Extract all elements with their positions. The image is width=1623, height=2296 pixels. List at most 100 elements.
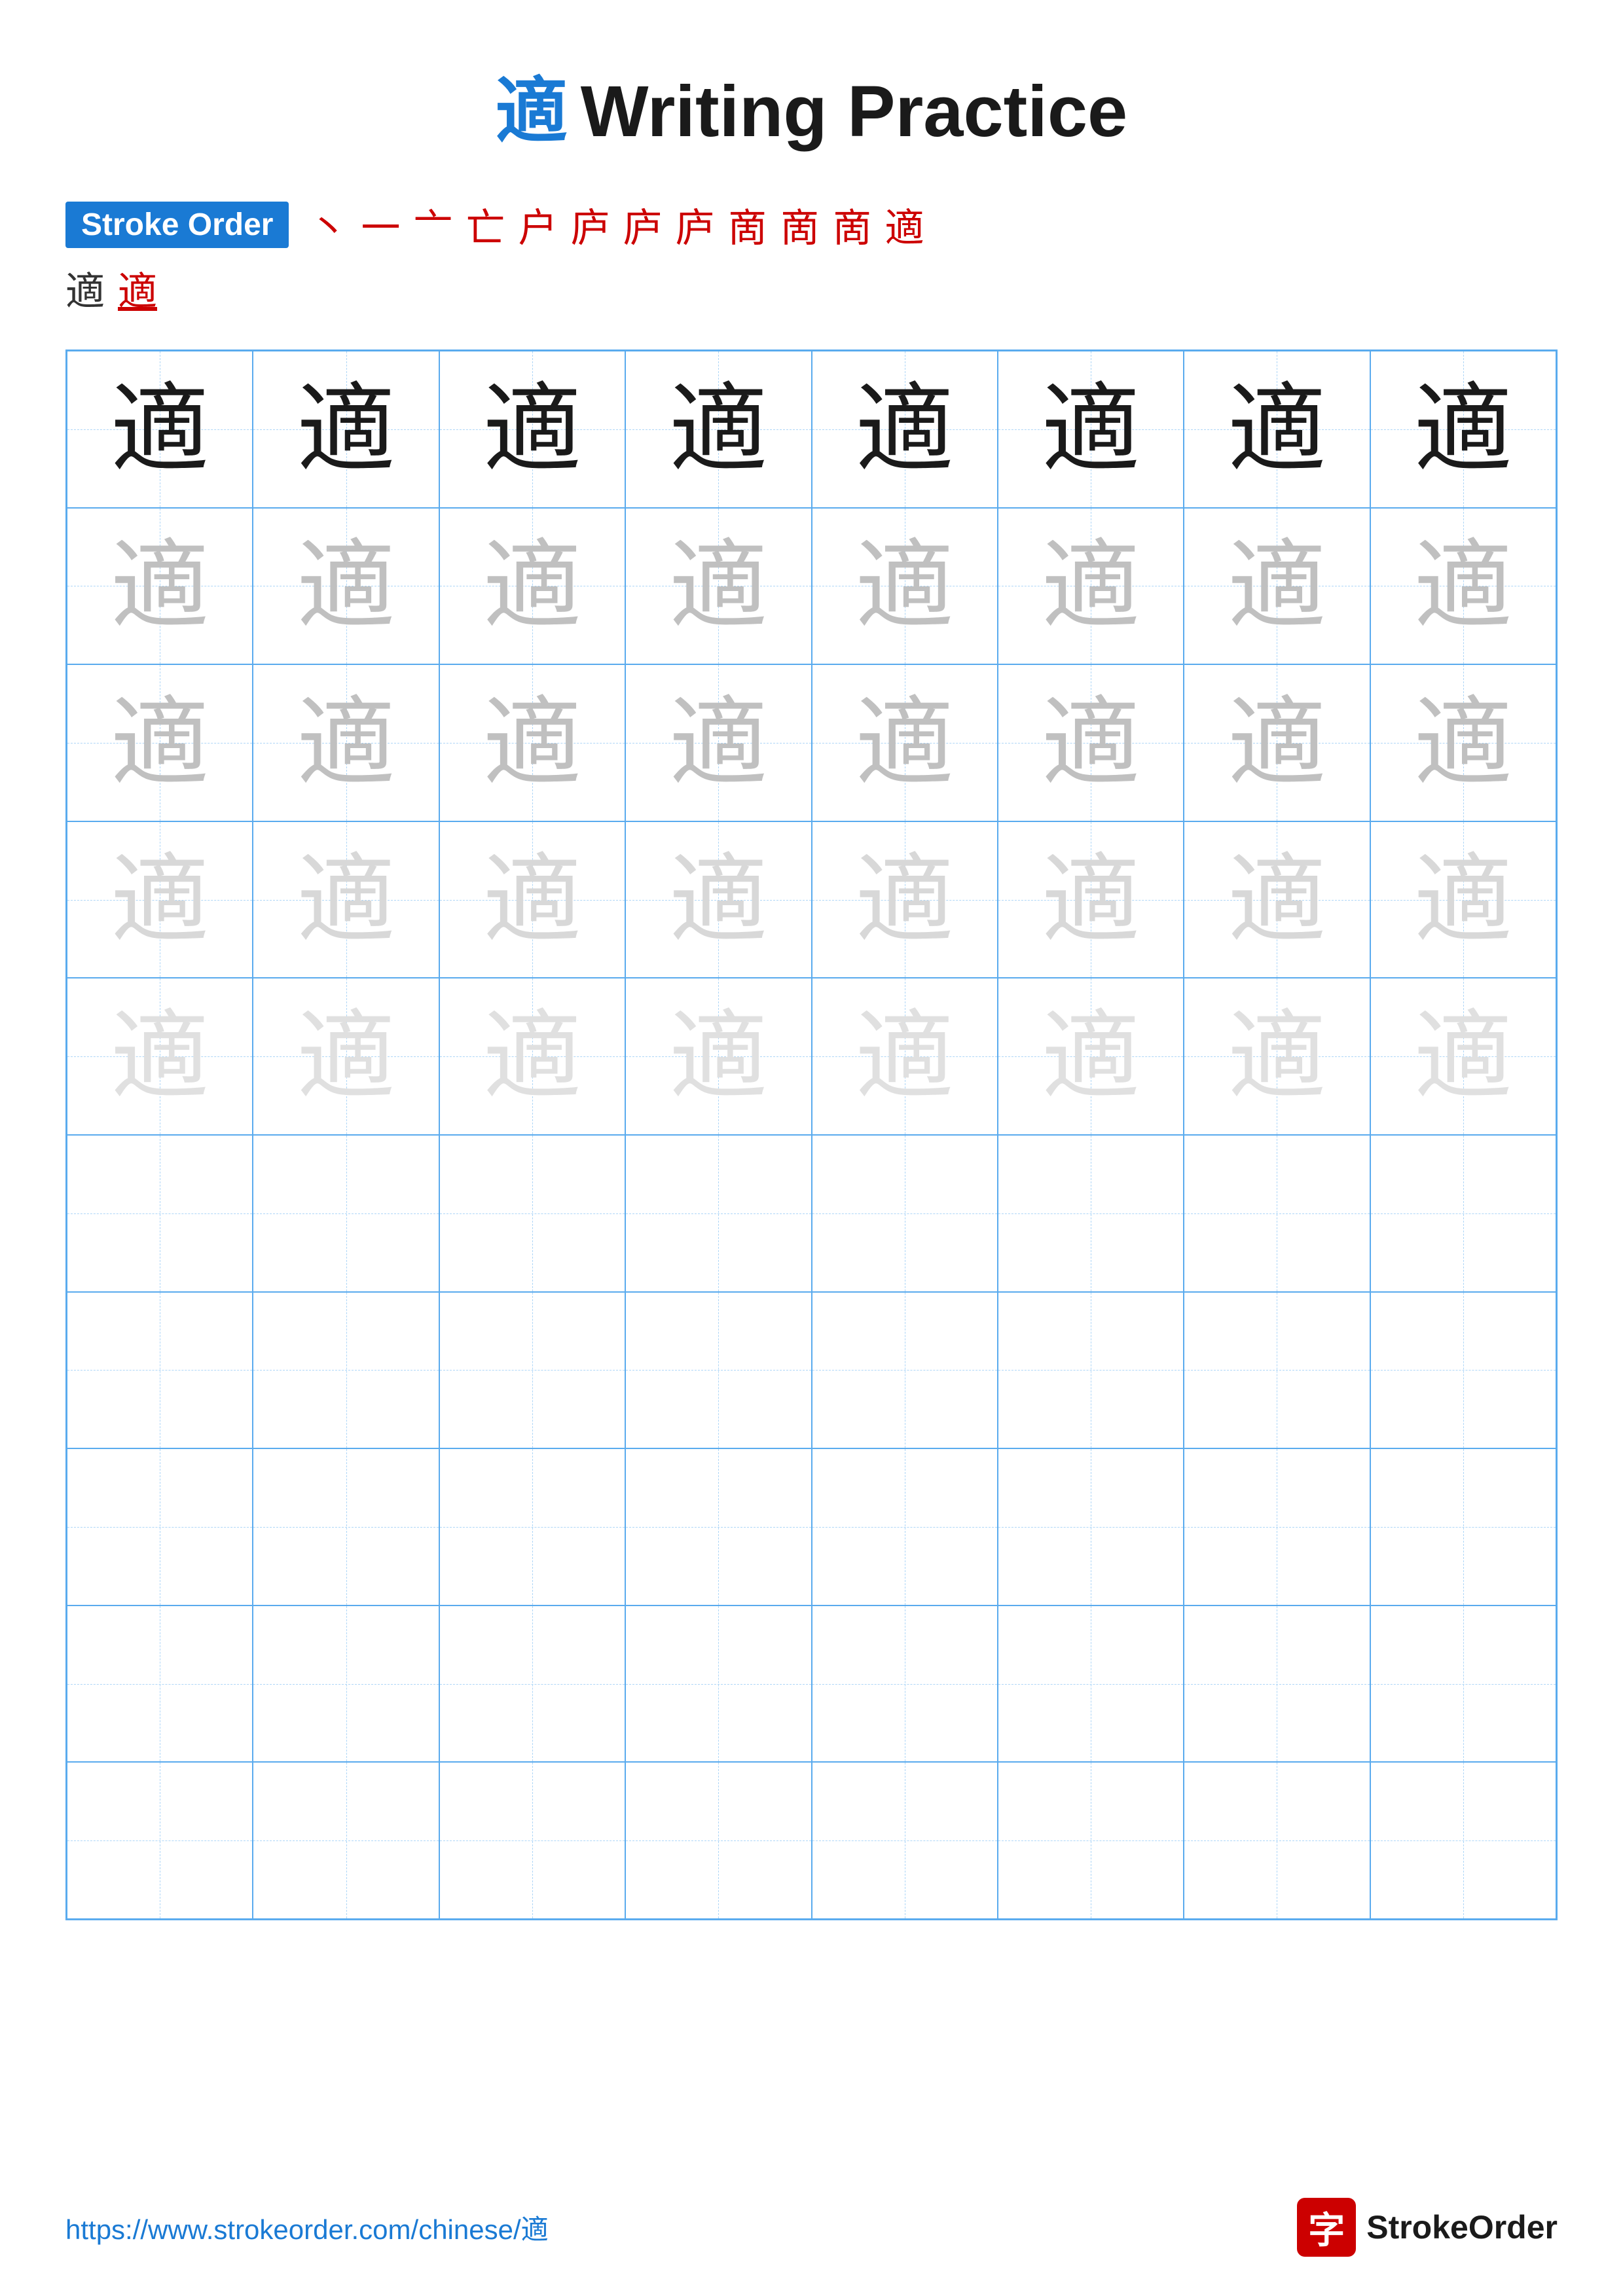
grid-cell[interactable]: 適 <box>439 821 625 978</box>
grid-cell[interactable] <box>1370 1292 1556 1449</box>
grid-cell[interactable]: 適 <box>625 508 811 665</box>
stroke-11: 啇 <box>832 196 871 253</box>
grid-cell[interactable] <box>67 1135 253 1292</box>
grid-cell[interactable]: 適 <box>812 978 998 1135</box>
grid-cell[interactable] <box>67 1292 253 1449</box>
cell-character: 適 <box>1228 380 1326 478</box>
grid-cell[interactable]: 適 <box>1184 978 1370 1135</box>
grid-cell[interactable] <box>625 1292 811 1449</box>
grid-cell[interactable] <box>67 1762 253 1919</box>
grid-cell[interactable]: 適 <box>998 664 1184 821</box>
grid-cell[interactable] <box>253 1448 439 1605</box>
grid-cell[interactable] <box>998 1762 1184 1919</box>
practice-grid: 適適適適適適適適適適適適適適適適適適適適適適適適適適適適適適適適適適適適適適適適 <box>65 350 1558 1920</box>
stroke-6: 庐 <box>570 196 610 253</box>
grid-cell[interactable]: 適 <box>625 351 811 508</box>
grid-cell[interactable]: 適 <box>812 351 998 508</box>
cell-character: 適 <box>856 380 954 478</box>
grid-cell[interactable] <box>812 1448 998 1605</box>
grid-cell[interactable]: 適 <box>1370 821 1556 978</box>
grid-cell[interactable]: 適 <box>253 351 439 508</box>
grid-cell[interactable]: 適 <box>67 508 253 665</box>
grid-cell[interactable] <box>998 1292 1184 1449</box>
grid-cell[interactable]: 適 <box>1370 978 1556 1135</box>
grid-cell[interactable]: 適 <box>253 821 439 978</box>
grid-cell[interactable]: 適 <box>67 351 253 508</box>
grid-cell[interactable]: 適 <box>998 821 1184 978</box>
grid-cell[interactable]: 適 <box>1184 351 1370 508</box>
grid-cell[interactable] <box>625 1135 811 1292</box>
grid-cell[interactable] <box>439 1135 625 1292</box>
grid-cell[interactable] <box>1184 1605 1370 1763</box>
grid-cell[interactable] <box>998 1135 1184 1292</box>
grid-cell[interactable]: 適 <box>439 664 625 821</box>
grid-cell[interactable]: 適 <box>998 351 1184 508</box>
grid-cell[interactable]: 適 <box>812 508 998 665</box>
grid-cell[interactable] <box>439 1762 625 1919</box>
grid-cell[interactable] <box>812 1762 998 1919</box>
grid-cell[interactable] <box>1184 1135 1370 1292</box>
cell-character: 適 <box>1414 851 1512 949</box>
grid-cell[interactable]: 適 <box>1184 821 1370 978</box>
stroke-12: 適 <box>884 196 924 253</box>
cell-character: 適 <box>1042 851 1140 949</box>
cell-character: 適 <box>856 1007 954 1105</box>
grid-cell[interactable]: 適 <box>812 821 998 978</box>
grid-cell[interactable]: 適 <box>1370 508 1556 665</box>
grid-cell[interactable] <box>625 1762 811 1919</box>
grid-cell[interactable] <box>1370 1135 1556 1292</box>
grid-cell[interactable] <box>812 1605 998 1763</box>
grid-cell[interactable]: 適 <box>67 821 253 978</box>
grid-cell[interactable] <box>253 1135 439 1292</box>
grid-cell[interactable] <box>1370 1762 1556 1919</box>
cell-character: 適 <box>297 1007 395 1105</box>
grid-cell[interactable]: 適 <box>1370 664 1556 821</box>
grid-cell[interactable]: 適 <box>253 978 439 1135</box>
footer-logo: 字 StrokeOrder <box>1297 2198 1558 2257</box>
grid-cell[interactable]: 適 <box>625 821 811 978</box>
cell-character: 適 <box>856 537 954 635</box>
grid-cell[interactable] <box>439 1448 625 1605</box>
grid-cell[interactable] <box>439 1292 625 1449</box>
grid-cell[interactable]: 適 <box>67 664 253 821</box>
cell-character: 適 <box>1414 380 1512 478</box>
grid-cell[interactable] <box>1370 1448 1556 1605</box>
cell-character: 適 <box>856 694 954 792</box>
grid-cell[interactable] <box>1184 1762 1370 1919</box>
grid-cell[interactable]: 適 <box>439 508 625 665</box>
cell-character: 適 <box>297 380 395 478</box>
grid-cell[interactable]: 適 <box>253 508 439 665</box>
grid-cell[interactable]: 適 <box>998 508 1184 665</box>
grid-cell[interactable] <box>67 1605 253 1763</box>
grid-cell[interactable] <box>998 1605 1184 1763</box>
grid-cell[interactable] <box>67 1448 253 1605</box>
grid-cell[interactable]: 適 <box>67 978 253 1135</box>
grid-cell[interactable] <box>625 1605 811 1763</box>
cell-character: 適 <box>1042 694 1140 792</box>
grid-cell[interactable]: 適 <box>253 664 439 821</box>
grid-cell[interactable]: 適 <box>1184 508 1370 665</box>
grid-cell[interactable] <box>253 1762 439 1919</box>
grid-cell[interactable] <box>253 1292 439 1449</box>
grid-cell[interactable] <box>1184 1448 1370 1605</box>
grid-cell[interactable] <box>1184 1292 1370 1449</box>
grid-cell[interactable] <box>253 1605 439 1763</box>
grid-cell[interactable]: 適 <box>1370 351 1556 508</box>
grid-cell[interactable]: 適 <box>625 978 811 1135</box>
grid-cell[interactable]: 適 <box>439 351 625 508</box>
grid-cell[interactable]: 適 <box>439 978 625 1135</box>
grid-cell[interactable]: 適 <box>812 664 998 821</box>
grid-cell[interactable] <box>812 1135 998 1292</box>
grid-cell[interactable]: 適 <box>998 978 1184 1135</box>
grid-cell[interactable] <box>1370 1605 1556 1763</box>
cell-character: 適 <box>1228 694 1326 792</box>
grid-cell[interactable] <box>998 1448 1184 1605</box>
grid-cell[interactable] <box>812 1292 998 1449</box>
grid-cell[interactable] <box>439 1605 625 1763</box>
footer-logo-text: StrokeOrder <box>1366 2208 1558 2246</box>
preview-char-2: 適 <box>118 260 157 317</box>
footer-url[interactable]: https://www.strokeorder.com/chinese/適 <box>65 2208 549 2248</box>
grid-cell[interactable] <box>625 1448 811 1605</box>
grid-cell[interactable]: 適 <box>625 664 811 821</box>
grid-cell[interactable]: 適 <box>1184 664 1370 821</box>
